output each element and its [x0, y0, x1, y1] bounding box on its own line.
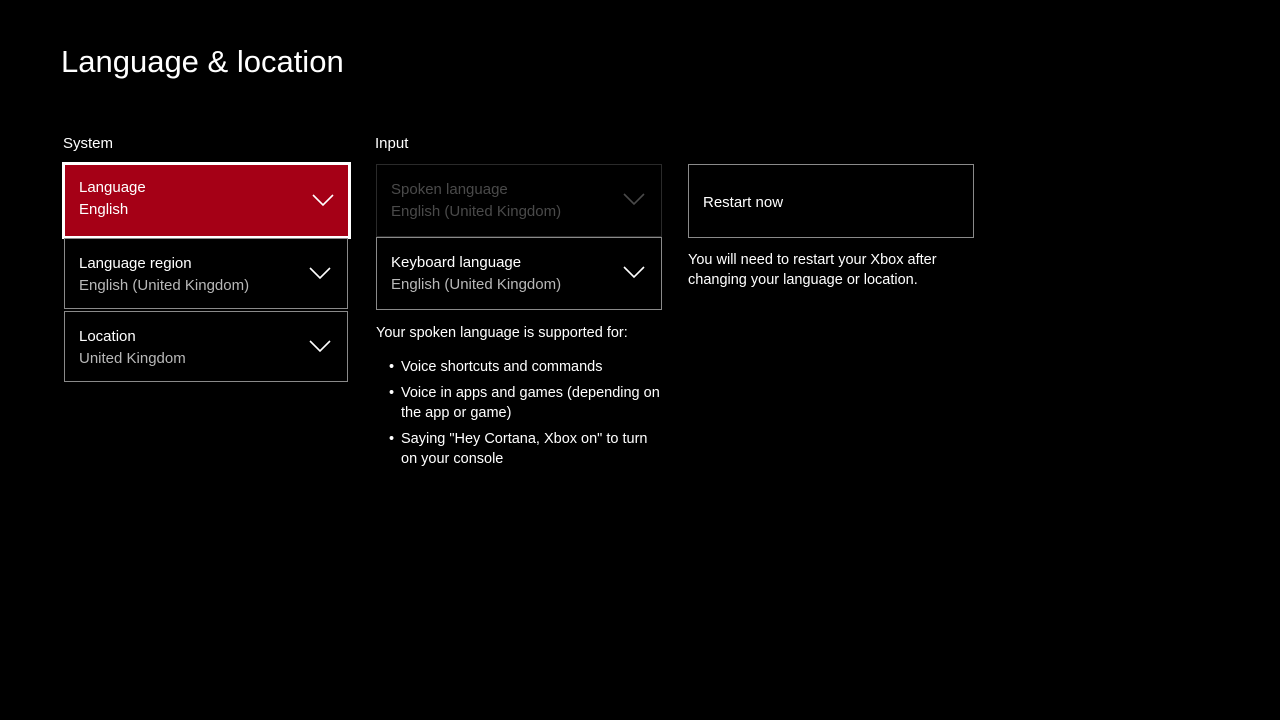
- page-title: Language & location: [61, 44, 344, 80]
- chevron-down-icon: [309, 266, 331, 280]
- spoken-language-dropdown: Spoken language English (United Kingdom): [376, 164, 662, 237]
- support-item: Voice shortcuts and commands: [376, 358, 666, 378]
- spoken-language-label: Spoken language: [391, 181, 508, 198]
- language-region-value: English (United Kingdom): [79, 277, 249, 294]
- system-section-label: System: [63, 135, 113, 152]
- keyboard-language-value: English (United Kingdom): [391, 276, 561, 293]
- support-item: Voice in apps and games (depending on th…: [376, 384, 666, 423]
- input-section-label: Input: [375, 135, 408, 152]
- language-region-label: Language region: [79, 255, 192, 272]
- chevron-down-icon: [623, 192, 645, 206]
- language-label: Language: [79, 179, 146, 196]
- chevron-down-icon: [309, 339, 331, 353]
- support-item: Saying "Hey Cortana, Xbox on" to turn on…: [376, 430, 666, 469]
- spoken-language-support-info: Your spoken language is supported for: V…: [376, 324, 666, 476]
- location-dropdown[interactable]: Location United Kingdom: [64, 311, 348, 382]
- keyboard-language-dropdown[interactable]: Keyboard language English (United Kingdo…: [376, 237, 662, 310]
- chevron-down-icon: [623, 265, 645, 279]
- language-value: English: [79, 201, 128, 218]
- spoken-language-value: English (United Kingdom): [391, 203, 561, 220]
- location-label: Location: [79, 328, 136, 345]
- restart-note: You will need to restart your Xbox after…: [688, 251, 958, 290]
- support-list: Voice shortcuts and commands Voice in ap…: [376, 358, 666, 470]
- location-value: United Kingdom: [79, 350, 186, 367]
- restart-now-button[interactable]: Restart now: [688, 164, 974, 238]
- chevron-down-icon: [312, 193, 334, 207]
- language-dropdown[interactable]: Language English: [62, 162, 351, 239]
- support-heading: Your spoken language is supported for:: [376, 324, 666, 344]
- language-region-dropdown[interactable]: Language region English (United Kingdom): [64, 238, 348, 309]
- keyboard-language-label: Keyboard language: [391, 254, 521, 271]
